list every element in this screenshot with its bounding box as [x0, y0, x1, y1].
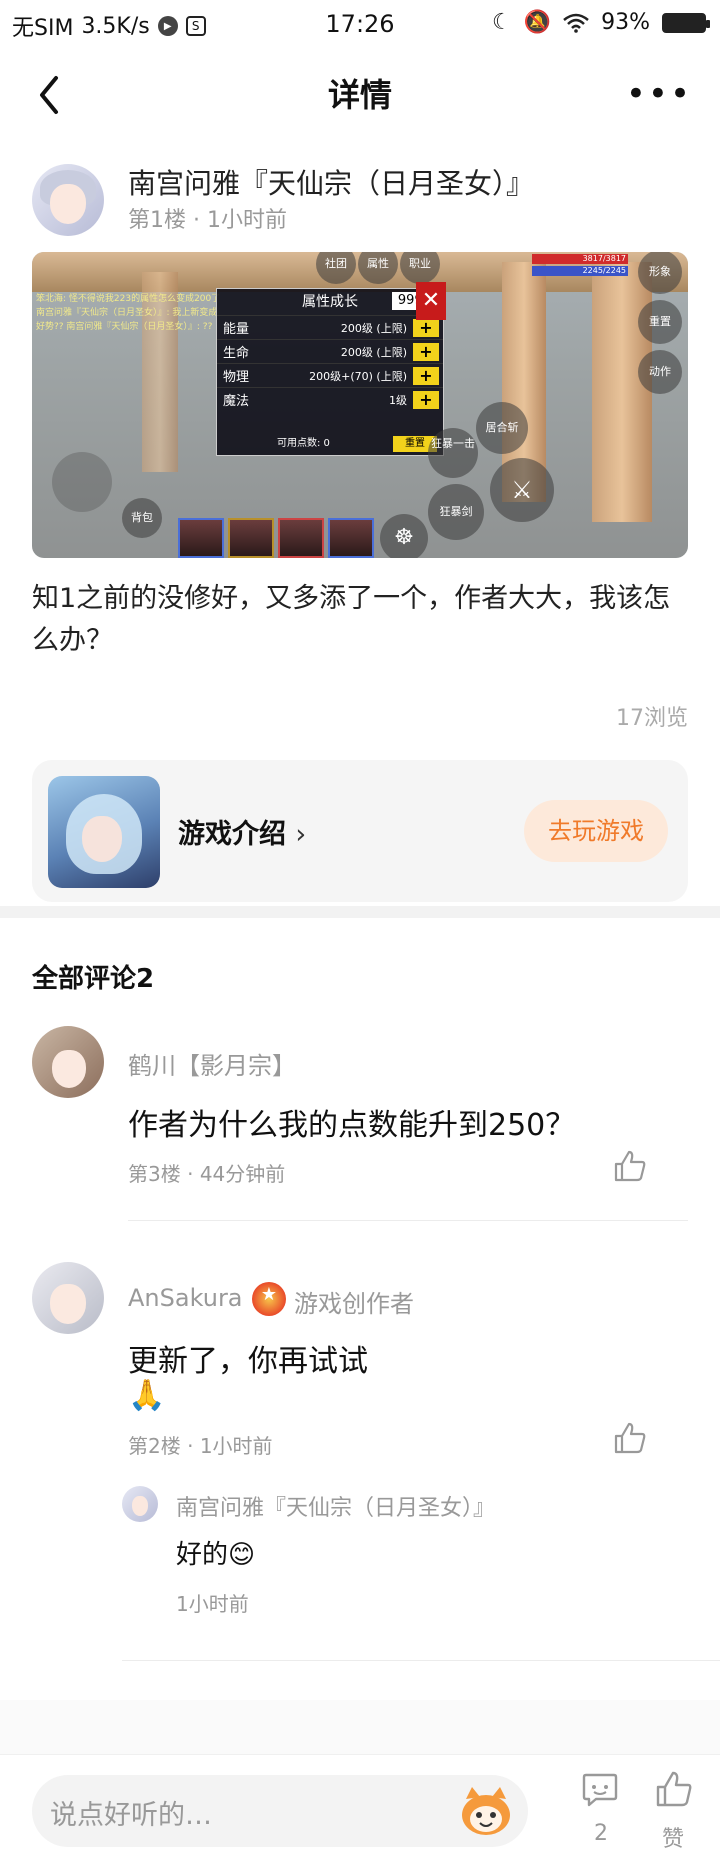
creator-badge-icon [252, 1282, 286, 1316]
joystick-icon [52, 452, 112, 512]
close-icon: ✕ [416, 282, 446, 320]
post-meta: 第1楼 · 1小时前 [128, 208, 287, 233]
game-skill-reset: 重置 [638, 300, 682, 344]
comment-author[interactable]: AnSakura [128, 1284, 243, 1312]
comment-separator [122, 1660, 720, 1661]
comment-input-placeholder: 说点好听的… [50, 1800, 212, 1831]
game-skill-appearance: 形象 [638, 252, 682, 294]
mp-bar: 2245/2245 [532, 266, 628, 276]
comment-emoji: 🙏 [128, 1378, 166, 1413]
plus-icon: + [413, 391, 439, 409]
view-count: 17浏览 [616, 706, 688, 731]
post-author-name[interactable]: 南宫问雅『天仙宗（日月圣女）』 [128, 162, 534, 202]
status-right: ☾ 🔕 93% [491, 10, 710, 35]
game-bag: 背包 [122, 498, 162, 538]
battery-icon [662, 12, 710, 33]
thumbs-up-icon[interactable] [612, 1420, 648, 1456]
game-card[interactable]: 游戏介绍 › 去玩游戏 [32, 760, 688, 902]
comment-input[interactable]: 说点好听的… [32, 1775, 528, 1847]
header: 详情 ••• [0, 50, 720, 140]
avatar[interactable] [122, 1486, 158, 1522]
comment-text: 更新了，你再试试 [128, 1344, 368, 1379]
page-title: 详情 [327, 76, 392, 114]
wheel-icon: ☸ [380, 514, 428, 558]
play-game-button[interactable]: 去玩游戏 [524, 800, 668, 862]
attribute-panel-title: 属性成长 [302, 294, 358, 310]
post-image[interactable]: 笨北海: 怪不得说我223的属性怎么变成200了 南宫问雅『天仙宗（日月圣女）』:… [32, 252, 688, 558]
mascot-icon[interactable] [458, 1785, 514, 1837]
comment-text: 作者为什么我的点数能升到250？ [128, 1108, 576, 1143]
comment-count: 2 [594, 1821, 608, 1846]
party-avatar [228, 518, 274, 558]
plus-icon: + [413, 343, 439, 361]
comment-meta: 第3楼 · 44分钟前 [128, 1162, 286, 1186]
comments-title: 全部评论2 [32, 964, 155, 994]
party-avatar [328, 518, 374, 558]
battery-percent: 93% [601, 10, 650, 35]
comment-icon[interactable] [580, 1769, 620, 1809]
post-text: 知1之前的没修好，又多添了一个，作者大大，我该怎么办？ [32, 583, 671, 656]
hp-bar: 3817/3817 [532, 254, 628, 264]
sword-icon: ⚔ [490, 458, 554, 522]
comment-separator [128, 1220, 688, 1221]
more-icon[interactable]: ••• [626, 74, 692, 114]
game-skill-action: 动作 [638, 350, 682, 394]
reply-time: 1小时前 [176, 1592, 249, 1616]
attribute-panel: 属性成长 9999 能量 200级 (上限) + 生命 200级 (上限) + 物理 200… [216, 288, 444, 456]
party-avatar [278, 518, 324, 558]
attribute-row: 能量 200级 (上限) + [217, 315, 443, 339]
post-time: 1小时前 [207, 208, 287, 233]
game-skill-rage: 狂暴一击 [428, 428, 478, 478]
game-thumbnail[interactable] [48, 776, 160, 888]
section-divider [0, 906, 720, 918]
plus-icon: + [413, 367, 439, 385]
game-intro-link[interactable]: 游戏介绍 › [178, 812, 306, 851]
attribute-row: 物理 200级+(70) (上限) + [217, 363, 443, 387]
reply-author[interactable]: 南宫问雅『天仙宗（日月圣女）』 [176, 1490, 495, 1522]
avatar[interactable] [32, 1262, 104, 1334]
reply-text: 好的😊 [176, 1540, 256, 1570]
like-label: 赞 [662, 1827, 685, 1852]
creator-badge-label: 游戏创作者 [294, 1290, 414, 1318]
thumbs-up-icon[interactable] [612, 1148, 648, 1184]
wifi-icon [563, 13, 589, 33]
game-skill-sword: 狂暴剑 [428, 484, 484, 540]
avatar[interactable] [32, 164, 104, 236]
post-floor: 第1楼 [128, 208, 186, 233]
plus-icon: + [413, 319, 439, 337]
comment-meta: 第2楼 · 1小时前 [128, 1434, 273, 1458]
moon-icon: ☾ [491, 10, 512, 35]
chevron-right-icon: › [295, 819, 307, 850]
avatar[interactable] [32, 1026, 104, 1098]
attribute-row: 魔法 1级 + [217, 387, 443, 411]
attribute-row: 生命 200级 (上限) + [217, 339, 443, 363]
game-skill-slash: 居合斩 [476, 402, 528, 454]
game-chat: 笨北海: 怪不得说我223的属性怎么变成200了 南宫问雅『天仙宗（日月圣女）』:… [36, 294, 221, 332]
comment-author[interactable]: 鹤川【影月宗】 [128, 1046, 296, 1081]
status-bar: 无SIM 3.5K/s ▶ S 17:26 ☾ 🔕 93% [0, 0, 720, 50]
party-avatar [178, 518, 224, 558]
thumbs-up-icon[interactable] [654, 1769, 694, 1809]
list-end-spacer [0, 1700, 720, 1754]
mute-icon: 🔕 [523, 10, 552, 35]
bottom-bar: 说点好听的… 2 赞 [0, 1754, 720, 1866]
